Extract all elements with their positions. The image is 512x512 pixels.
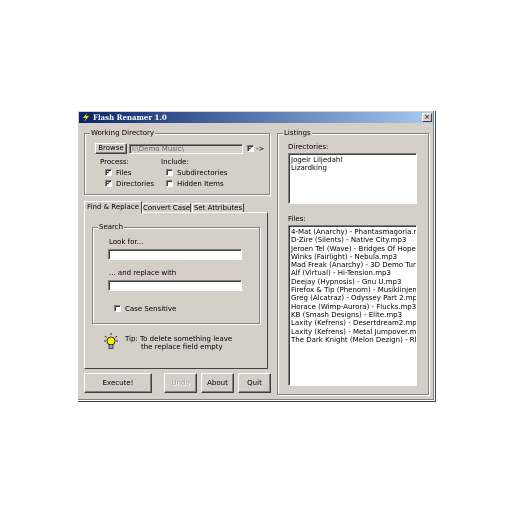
flash-icon: [83, 113, 89, 122]
subdirectories-label: Subdirectories: [177, 169, 228, 177]
subdirectories-checkbox[interactable]: [166, 169, 173, 176]
list-item[interactable]: Laxity (Kefrens) - Metal Jumpover.mp3: [291, 328, 416, 336]
list-item[interactable]: 4-Mat (Anarchy) - Phantasmagoria.mp3: [291, 228, 416, 236]
directories-list-label: Directories:: [288, 143, 329, 151]
close-button[interactable]: ×: [422, 113, 432, 122]
execute-button[interactable]: Execute!: [84, 373, 152, 393]
list-item[interactable]: Jogeir Liljedahl: [291, 156, 414, 164]
case-sensitive-checkbox[interactable]: [114, 305, 121, 312]
list-item[interactable]: Mad Freak (Anarchy) - 3D Demo Tune.mp3: [291, 261, 416, 269]
working-directory-legend: Working Directory: [90, 129, 156, 137]
list-item[interactable]: The Dark Knight (Melon Dezign) - Rhythm: [291, 336, 416, 344]
case-sensitive-label: Case Sensitive: [125, 305, 177, 313]
list-item[interactable]: Winks (Fairlight) - Nebula.mp3: [291, 253, 414, 261]
tip-line-2: the replace field empty: [141, 343, 223, 351]
list-item[interactable]: D-Zire (Silents) - Native City.mp3: [291, 236, 414, 244]
list-item[interactable]: Jeroen Tel (Wave) - Bridges Of Hope.mp3: [291, 245, 416, 253]
tip-line-1: Tip: To delete something leave: [125, 335, 233, 343]
listings-legend: Listings: [283, 129, 312, 137]
directories-list[interactable]: Jogeir Liljedahl Lizardking: [288, 153, 417, 204]
lightbulb-icon: [104, 333, 118, 349]
look-for-input[interactable]: [108, 249, 242, 260]
title-bar[interactable]: Flash Renamer 1.0 ×: [79, 112, 433, 123]
find-replace-panel: Search Look for... ... and replace with …: [84, 212, 268, 369]
list-item[interactable]: KB (Smash Designs) - Elite.mp3: [291, 311, 414, 319]
list-item[interactable]: Greg (Alcatraz) - Odyssey Part 2.mp3: [291, 294, 416, 302]
replace-with-label: ... and replace with: [109, 269, 177, 277]
listings-group: Listings Directories: Jogeir Liljedahl Li…: [277, 129, 429, 395]
look-for-label: Look for...: [109, 238, 144, 246]
path-checkbox[interactable]: ✓: [247, 145, 254, 152]
list-item[interactable]: Lizardking: [291, 164, 414, 172]
search-legend: Search: [98, 223, 125, 231]
about-button[interactable]: About: [201, 373, 234, 393]
hidden-items-label: Hidden Items: [177, 180, 224, 188]
search-group: Search Look for... ... and replace with …: [92, 223, 260, 324]
undo-button[interactable]: Undo: [164, 373, 197, 393]
replace-with-input[interactable]: [108, 280, 242, 291]
list-item[interactable]: Firefox & Tip (Phenom) - Musiklinjen (Hy…: [291, 286, 416, 294]
directories-label: Directories: [116, 180, 155, 188]
window-title: Flash Renamer 1.0: [93, 113, 167, 122]
hidden-items-checkbox[interactable]: [166, 180, 173, 187]
directories-checkbox[interactable]: ✓: [105, 180, 112, 187]
tab-find-replace[interactable]: Find & Replace: [84, 201, 142, 213]
working-directory-group: Working Directory Browse I:\Demo Music\ …: [84, 129, 270, 195]
files-list[interactable]: 4-Mat (Anarchy) - Phantasmagoria.mp3 D-Zi…: [288, 225, 417, 386]
arrow-label: ->: [256, 145, 265, 153]
include-label: Include:: [161, 158, 189, 166]
list-item[interactable]: Alf (Virtual) - Hi-Tension.mp3: [291, 269, 414, 277]
list-item[interactable]: Horace (Wimp-Aurora) - Flucks.mp3: [291, 303, 416, 311]
files-list-label: Files:: [288, 215, 306, 223]
list-item[interactable]: Deejay (Hypnosis) - Gnu U.mp3: [291, 278, 414, 286]
files-label: Files: [116, 169, 132, 177]
list-item[interactable]: Laxity (Kefrens) - Desertdream2.mp3: [291, 319, 416, 327]
app-window: Flash Renamer 1.0 × Working Directory Br…: [77, 110, 435, 401]
quit-button[interactable]: Quit: [238, 373, 271, 393]
files-checkbox[interactable]: ✓: [105, 169, 112, 176]
directory-path-field[interactable]: I:\Demo Music\: [129, 144, 243, 154]
process-label: Process:: [100, 158, 129, 166]
browse-button[interactable]: Browse: [95, 143, 127, 154]
